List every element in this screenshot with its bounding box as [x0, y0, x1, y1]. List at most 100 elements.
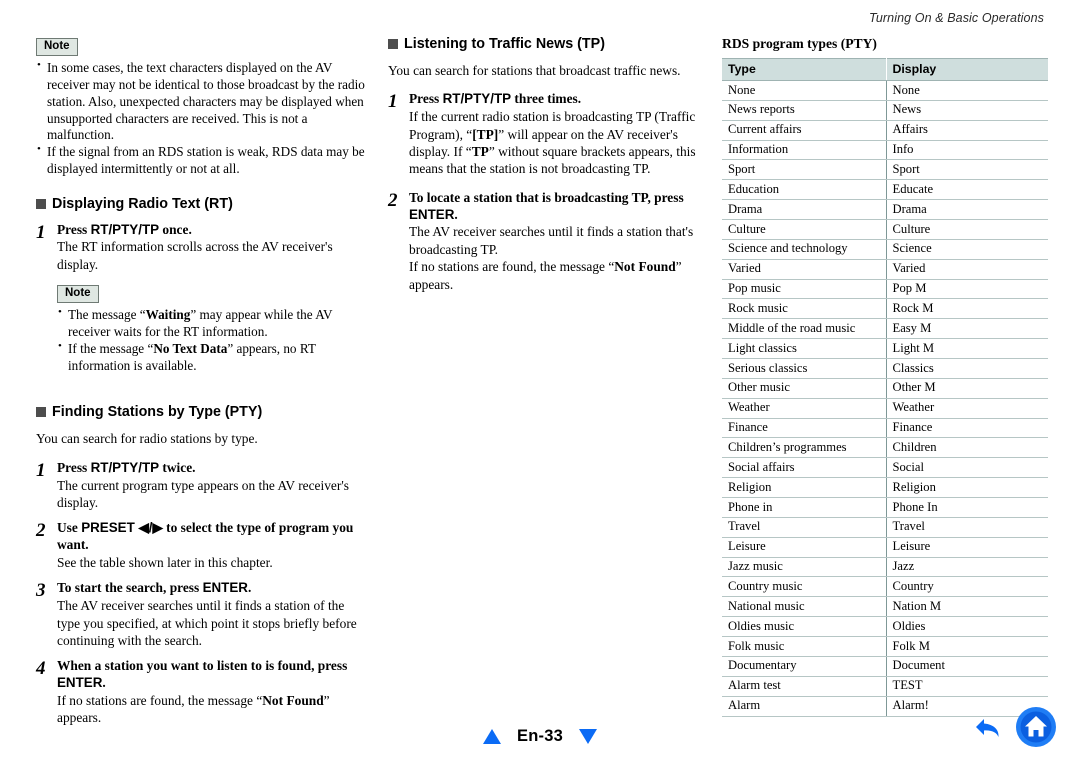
table-row: Pop music Pop M	[722, 279, 1048, 300]
button-name: ENTER	[57, 675, 103, 691]
step-item: 1 Press RT/PTY/TP twice. The current pro…	[36, 460, 370, 512]
section-heading-label: Listening to Traffic News (TP)	[404, 36, 605, 52]
step-body: Press RT/PTY/TP three times. If the curr…	[409, 91, 704, 177]
step-title: To locate a station that is broadcasting…	[409, 189, 684, 222]
step-text: If no stations are found, the message “N…	[57, 692, 330, 726]
top-note-block: Note In some cases, the text characters …	[36, 36, 370, 178]
step-body: Press RT/PTY/TP once. The RT information…	[57, 222, 370, 375]
cell-display: Light M	[886, 338, 1048, 360]
left-column: Note In some cases, the text characters …	[36, 36, 388, 736]
step-body: To start the search, press ENTER. The AV…	[57, 580, 370, 649]
triangle-up-icon[interactable]	[483, 729, 502, 744]
section-heading-label: Displaying Radio Text (RT)	[52, 195, 233, 212]
step-item: 1 Press RT/PTY/TP three times. If the cu…	[388, 91, 704, 177]
step-item: 2 To locate a station that is broadcasti…	[388, 190, 704, 293]
rds-program-types-table: Type Display None None News reports News Cur…	[722, 58, 1048, 717]
step-number: 4	[36, 658, 46, 680]
step-number: 2	[36, 520, 46, 542]
nav-icons	[970, 705, 1058, 754]
cell-type: Oldies music	[722, 616, 887, 638]
page-number: En-33	[517, 727, 563, 745]
cell-type: Alarm test	[722, 676, 887, 697]
cell-display: Social	[886, 457, 1048, 479]
cell-type: Rock music	[722, 298, 887, 320]
cell-display: Oldies	[886, 616, 1048, 638]
step-text: The RT information scrolls across the AV…	[57, 239, 333, 272]
back-arrow-icon[interactable]	[970, 709, 1006, 750]
cell-display: Info	[886, 140, 1048, 161]
table-row: Finance Finance	[722, 418, 1048, 439]
table-row: Education Educate	[722, 179, 1048, 201]
cell-display: Sport	[886, 159, 1048, 181]
cell-display: Leisure	[886, 537, 1048, 558]
cell-type: Current affairs	[722, 120, 887, 141]
table-row: Culture Culture	[722, 219, 1048, 240]
page-footer: En-33	[0, 727, 1080, 746]
note-list: The message “Waiting” may appear while t…	[57, 306, 370, 375]
table-row: Science and technology Science	[722, 239, 1048, 260]
cell-display: Weather	[886, 398, 1048, 419]
table-row: News reports News	[722, 100, 1048, 121]
section-intro-text: You can search for stations that broadca…	[388, 63, 681, 78]
step-title: Press RT/PTY/TP once.	[57, 221, 192, 237]
cell-type: Serious classics	[722, 358, 887, 379]
cell-display: Affairs	[886, 120, 1048, 141]
cell-type: Varied	[722, 259, 887, 280]
cell-display: Drama	[886, 199, 1048, 221]
note-list-item: The message “Waiting” may appear while t…	[57, 306, 370, 341]
cell-type: Leisure	[722, 537, 887, 558]
cell-type: Folk music	[722, 636, 887, 657]
note-badge: Note	[36, 38, 78, 57]
cell-display: Culture	[886, 219, 1048, 240]
section-heading-finding-stations-by-type: Finding Stations by Type (PTY)	[36, 404, 370, 420]
cell-display: TEST	[886, 676, 1048, 697]
cell-type: Middle of the road music	[722, 318, 887, 340]
cell-display: Country	[886, 576, 1048, 598]
table-row: Alarm test TEST	[722, 676, 1048, 697]
step-body: Use PRESET ◀/▶ to select the type of pro…	[57, 520, 370, 571]
cell-display: Educate	[886, 179, 1048, 201]
button-name: PRESET ◀/▶	[81, 520, 163, 536]
table-row: Leisure Leisure	[722, 537, 1048, 558]
cell-type: Finance	[722, 418, 887, 439]
cell-display: Travel	[886, 517, 1048, 538]
step-number: 3	[36, 580, 46, 602]
cell-type: Education	[722, 179, 887, 201]
button-name: RT/PTY/TP	[442, 91, 512, 107]
home-icon[interactable]	[1014, 705, 1058, 754]
middle-column: Listening to Traffic News (TP) You can s…	[388, 36, 722, 736]
page-columns: Note In some cases, the text characters …	[36, 36, 1048, 736]
table-title: RDS program types (PTY)	[722, 36, 877, 51]
cell-type: Religion	[722, 477, 887, 499]
triangle-down-icon[interactable]	[578, 729, 597, 744]
cell-type: Children’s programmes	[722, 437, 887, 459]
step-number: 1	[388, 91, 398, 113]
cell-display: Science	[886, 239, 1048, 260]
cell-display: Document	[886, 656, 1048, 677]
cell-type: None	[722, 80, 887, 101]
step-body: To locate a station that is broadcasting…	[409, 190, 704, 293]
table-row: Varied Varied	[722, 259, 1048, 280]
table-row: Information Info	[722, 140, 1048, 161]
step-number: 1	[36, 459, 46, 481]
note-list-item: If the message “No Text Data” appears, n…	[57, 340, 370, 375]
cell-type: Other music	[722, 378, 887, 399]
table-row: National music Nation M	[722, 596, 1048, 618]
step-text: The AV receiver searches until it finds …	[57, 598, 357, 648]
table-row: Sport Sport	[722, 159, 1048, 181]
cell-display: Finance	[886, 418, 1048, 439]
section-heading-displaying-radio-text: Displaying Radio Text (RT)	[36, 196, 370, 212]
cell-display: Folk M	[886, 636, 1048, 657]
cell-display: Jazz	[886, 557, 1048, 578]
table-row: Serious classics Classics	[722, 358, 1048, 379]
section-intro-text: You can search for radio stations by typ…	[36, 431, 258, 447]
cell-type: Light classics	[722, 338, 887, 360]
note-badge: Note	[57, 285, 99, 304]
cell-type: Drama	[722, 199, 887, 221]
step-text: The AV receiver searches until it finds …	[409, 224, 694, 292]
cell-type: National music	[722, 596, 887, 618]
cell-type: Documentary	[722, 656, 887, 677]
table-row: None None	[722, 80, 1048, 101]
cell-type: Pop music	[722, 279, 887, 300]
cell-type: Science and technology	[722, 239, 887, 260]
